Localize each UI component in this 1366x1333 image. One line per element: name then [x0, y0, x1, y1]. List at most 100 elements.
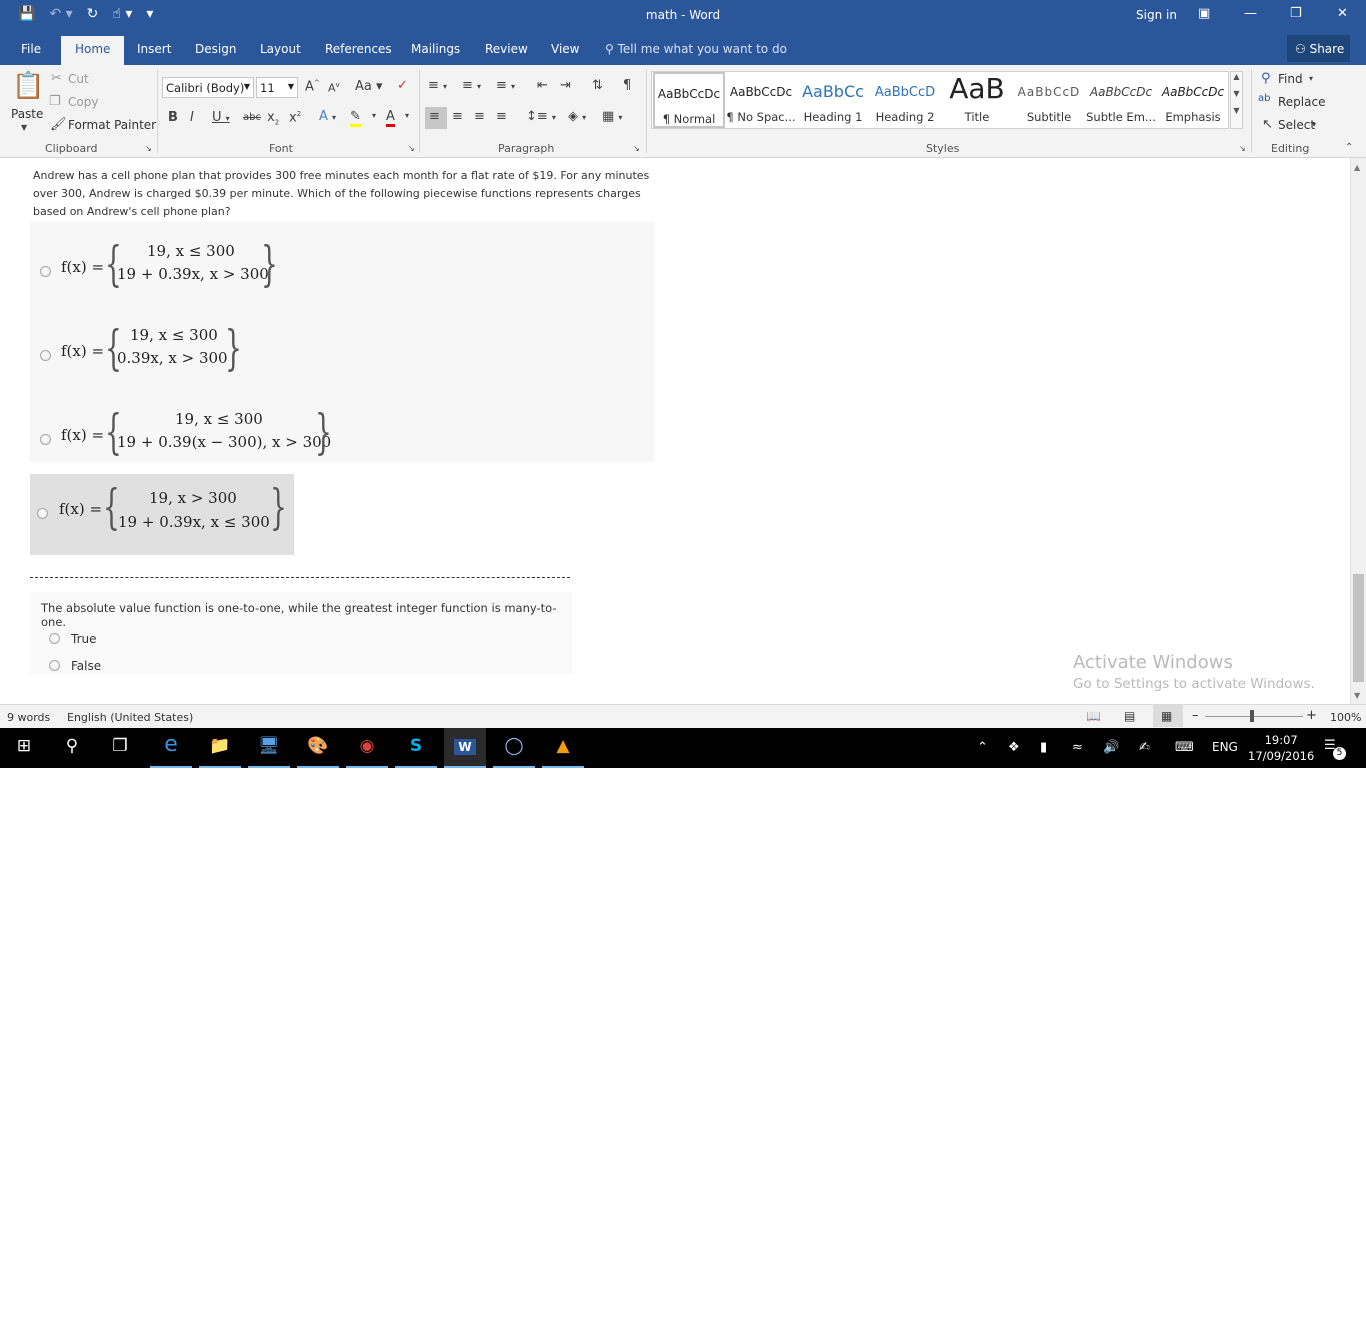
edge-browser-icon[interactable]: e [150, 728, 192, 768]
input-language[interactable]: ENG [1212, 740, 1238, 754]
style-subtle-emphasis[interactable]: AaBbCcDc Subtle Em... [1085, 72, 1157, 128]
option-3-radio[interactable] [40, 434, 51, 445]
scroll-up-icon[interactable]: ▲ [1354, 163, 1360, 172]
clipboard-launcher-icon[interactable]: ↘ [145, 144, 152, 153]
change-case-icon[interactable]: Aa ▾ [355, 79, 383, 94]
dropbox-icon[interactable]: ❖ [1008, 740, 1020, 755]
file-explorer-icon[interactable]: 📁 [199, 728, 241, 768]
keyboard-icon[interactable]: ⌨ [1175, 740, 1194, 755]
language-indicator[interactable]: English (United States) [67, 711, 193, 724]
styles-more-icon[interactable]: ▼ [1231, 106, 1242, 115]
replace-button[interactable]: Replace [1278, 95, 1325, 109]
font-family-select[interactable]: Calibri (Body) ▼ [162, 77, 254, 98]
true-radio[interactable] [49, 633, 60, 644]
tab-view[interactable]: View [551, 42, 579, 56]
select-dropdown-icon[interactable]: ▾ [1312, 120, 1316, 129]
restore-icon[interactable]: ❐ [1290, 6, 1302, 21]
true-label[interactable]: True [71, 632, 97, 646]
action-center-icon[interactable]: ☰ 5 [1324, 738, 1346, 760]
sign-in-link[interactable]: Sign in [1136, 8, 1177, 22]
chrome-icon[interactable]: ◉ [346, 728, 388, 768]
vlc-icon[interactable]: ▲ [542, 728, 584, 768]
bold-icon[interactable]: B [168, 110, 178, 125]
align-left-icon[interactable]: ≡ [425, 107, 447, 129]
word-icon[interactable]: W [444, 728, 486, 768]
tab-mailings[interactable]: Mailings [411, 42, 460, 56]
close-icon[interactable]: ✕ [1337, 6, 1348, 21]
underline-icon[interactable]: U ▾ [212, 110, 230, 125]
zoom-slider-thumb[interactable] [1250, 710, 1254, 722]
redo-icon[interactable]: ↻ [87, 6, 99, 22]
copy-button[interactable]: Copy [68, 95, 98, 109]
highlight-dropdown-icon[interactable]: ▾ [372, 111, 376, 120]
pen-workspace-icon[interactable]: ✍ [1139, 740, 1150, 755]
italic-icon[interactable]: I [190, 110, 194, 125]
sort-icon[interactable]: ⇅ [592, 78, 603, 93]
tab-references[interactable]: References [325, 42, 392, 56]
document-area[interactable]: Andrew has a cell phone plan that provid… [0, 158, 1350, 704]
superscript-icon[interactable]: x2 [289, 110, 301, 125]
style-heading-1[interactable]: AaBbCc Heading 1 [797, 72, 869, 128]
share-button[interactable]: ⚇ Share [1287, 35, 1350, 62]
tab-home[interactable]: Home [61, 36, 125, 65]
skype-icon[interactable]: S [395, 728, 437, 768]
font-size-select[interactable]: 11 ▼ [256, 77, 298, 98]
increase-indent-icon[interactable]: ⇥ [560, 78, 571, 93]
find-button[interactable]: Find [1278, 72, 1303, 86]
zoom-level[interactable]: 100% [1330, 711, 1361, 724]
zoom-slider-track[interactable] [1205, 716, 1303, 717]
vertical-scrollbar[interactable]: ▲ ▼ [1350, 158, 1366, 704]
borders-icon[interactable]: ▦ ▾ [602, 109, 622, 124]
find-dropdown-icon[interactable]: ▾ [1309, 74, 1313, 83]
subscript-icon[interactable]: x2 [267, 110, 279, 127]
show-formatting-marks-icon[interactable]: ¶ [623, 78, 631, 93]
font-launcher-icon[interactable]: ↘ [408, 144, 415, 153]
customize-qat-icon[interactable]: ▾ [146, 6, 153, 22]
clear-formatting-icon[interactable]: ✓ [397, 78, 408, 93]
clock[interactable]: 19:07 17/09/2016 [1248, 732, 1314, 764]
task-view-icon[interactable]: ❐ [96, 728, 144, 768]
text-effects-icon[interactable]: A ▾ [319, 109, 336, 124]
styles-launcher-icon[interactable]: ↘ [1239, 144, 1246, 153]
word-count[interactable]: 9 words [7, 711, 50, 724]
ribbon-display-options-icon[interactable]: ▣ [1198, 6, 1210, 21]
style-title[interactable]: AaB Title [941, 72, 1013, 128]
align-center-icon[interactable]: ≡ [452, 109, 463, 124]
option-1-radio[interactable] [40, 266, 51, 277]
numbering-icon[interactable]: ≡ ▾ [462, 78, 481, 93]
font-color-icon[interactable]: A [386, 109, 395, 127]
volume-icon[interactable]: 🔊 [1103, 740, 1119, 755]
undo-icon[interactable]: ↶ ▾ [49, 6, 72, 22]
touch-mode-icon[interactable]: ☝ ▾ [112, 6, 132, 22]
read-mode-icon[interactable]: 📖 [1086, 709, 1101, 723]
paste-button[interactable]: Paste [11, 107, 43, 121]
wifi-icon[interactable]: ≈ [1072, 740, 1083, 755]
start-windows-icon[interactable]: ⊞ [0, 728, 48, 768]
scroll-thumb[interactable] [1353, 574, 1364, 682]
format-painter-button[interactable]: Format Painter [68, 118, 156, 132]
paste-icon[interactable]: 📋 [12, 71, 44, 101]
style-normal[interactable]: AaBbCcDc ¶ Normal [653, 72, 725, 128]
paint-icon[interactable]: 🎨 [297, 728, 339, 768]
styles-up-icon[interactable]: ▲ [1231, 72, 1242, 81]
tell-me-box[interactable]: ⚲ Tell me what you want to do [605, 42, 787, 56]
opera-icon[interactable]: ◯ [493, 728, 535, 768]
pc-settings-icon[interactable]: 🖥 [248, 728, 290, 768]
false-radio[interactable] [49, 660, 60, 671]
paste-dropdown-icon[interactable]: ▼ [21, 123, 27, 132]
false-label[interactable]: False [71, 659, 101, 673]
styles-down-icon[interactable]: ▼ [1231, 89, 1242, 98]
minimize-icon[interactable]: — [1244, 6, 1257, 21]
select-button[interactable]: Select [1278, 118, 1315, 132]
paragraph-launcher-icon[interactable]: ↘ [633, 144, 640, 153]
style-emphasis[interactable]: AaBbCcDc Emphasis [1157, 72, 1229, 128]
option-2-radio[interactable] [40, 350, 51, 361]
search-icon[interactable]: ⚲ [48, 728, 96, 768]
style-no-spacing[interactable]: AaBbCcDc ¶ No Spac... [725, 72, 797, 128]
print-layout-icon[interactable]: ▤ [1124, 709, 1135, 723]
styles-scroll[interactable]: ▲ ▼ ▼ [1230, 71, 1243, 129]
shrink-font-icon[interactable]: Av [328, 81, 340, 95]
align-right-icon[interactable]: ≡ [474, 109, 485, 124]
collapse-ribbon-icon[interactable]: ⌃ [1345, 142, 1353, 153]
cut-button[interactable]: Cut [68, 72, 89, 86]
